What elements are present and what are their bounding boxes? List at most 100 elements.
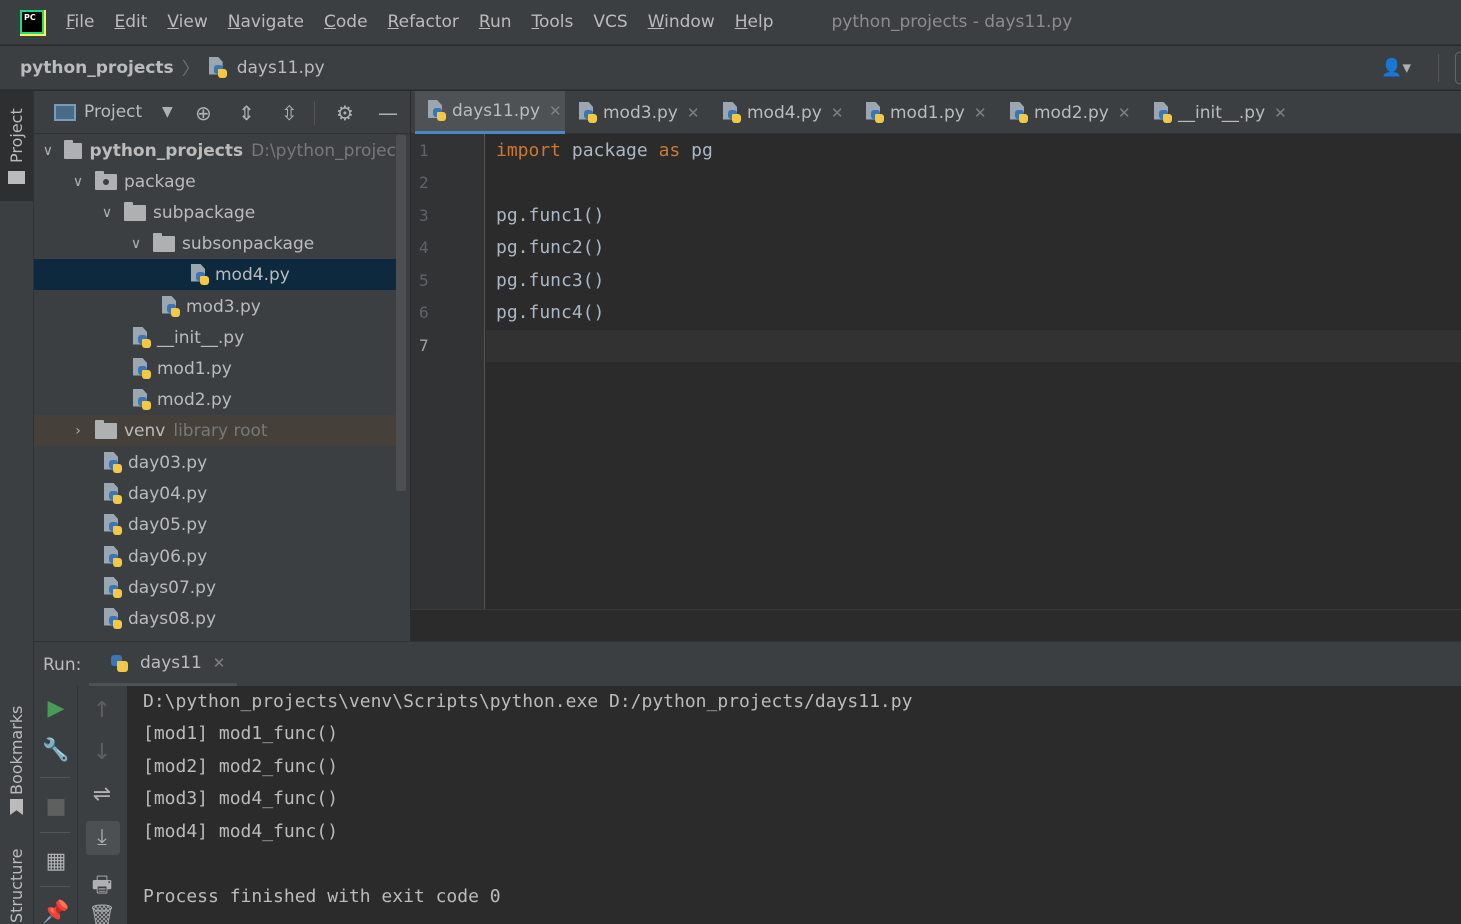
menu-view[interactable]: View	[167, 12, 207, 32]
user-account-icon[interactable]: 👤▾	[1381, 58, 1411, 78]
toolbar-overflow-button[interactable]	[1455, 52, 1461, 84]
menu-run[interactable]: Run	[479, 12, 512, 32]
tree-item-label: __init__.py	[157, 327, 245, 348]
tree-item-day06-py[interactable]: day06.py	[34, 541, 396, 572]
console-line: [mod4] mod4_func()	[143, 821, 339, 842]
tree-item-day03-py[interactable]: day03.py	[34, 447, 396, 478]
menu-code[interactable]: Code	[324, 12, 368, 32]
close-icon[interactable]: ✕	[1118, 104, 1131, 122]
close-icon[interactable]: ✕	[1274, 104, 1287, 122]
menu-file[interactable]: File	[66, 12, 94, 32]
stop-icon[interactable]: ■	[36, 794, 76, 819]
tree-item-subsonpackage[interactable]: ∨ subsonpackage	[34, 228, 396, 259]
print-icon[interactable]: 🖶	[82, 868, 122, 906]
gear-icon[interactable]: ⚙	[336, 101, 354, 125]
tree-item-mod4-py[interactable]: mod4.py	[34, 259, 396, 290]
chevron-down-icon[interactable]: ∨	[129, 236, 143, 252]
tab-mod1-py[interactable]: mod1.py ✕	[853, 91, 993, 134]
chevron-down-icon[interactable]: ∨	[42, 143, 54, 159]
menu-tools[interactable]: Tools	[532, 12, 574, 32]
tree-item-mod2-py[interactable]: mod2.py	[34, 384, 396, 415]
arrow-up-icon[interactable]: ↑	[82, 698, 122, 723]
run-console-output[interactable]: D:\python_projects\venv\Scripts\python.e…	[127, 686, 1461, 924]
pycharm-logo-icon: PC	[20, 10, 46, 36]
tree-item-label: day05.py	[128, 514, 208, 535]
menu-help[interactable]: Help	[735, 12, 774, 32]
trash-icon[interactable]: 🗑	[82, 904, 122, 924]
header-divider	[314, 101, 315, 125]
tab-label: mod2.py	[1034, 102, 1109, 123]
hide-panel-icon[interactable]: —	[378, 101, 398, 125]
window-title: python_projects - days11.py	[831, 12, 1073, 32]
tree-item-days08-py[interactable]: days08.py	[34, 603, 396, 634]
stripe-project-button[interactable]: Project	[0, 91, 33, 201]
soft-wrap-icon[interactable]: ⇌	[82, 782, 122, 807]
tree-item-mod3-py[interactable]: mod3.py	[34, 291, 396, 322]
tab-days11-py[interactable]: days11.py ✕	[415, 91, 565, 134]
tree-item-label: days07.py	[128, 577, 217, 598]
package-folder-icon	[95, 170, 117, 190]
pin-icon[interactable]: 📌	[36, 900, 76, 924]
close-icon[interactable]: ✕	[687, 104, 700, 122]
run-tab-days11[interactable]: days11 ✕	[89, 642, 237, 687]
arrow-down-icon[interactable]: ↓	[82, 740, 122, 765]
collapse-all-icon[interactable]: ⇳	[281, 101, 298, 125]
chevron-down-icon[interactable]: ∨	[71, 174, 85, 190]
rerun-icon[interactable]: ▶	[36, 696, 76, 721]
chevron-down-icon[interactable]: ∨	[100, 205, 114, 221]
run-label: Run:	[43, 655, 82, 675]
project-view-selector[interactable]: Project	[84, 102, 142, 122]
close-icon[interactable]: ✕	[549, 102, 562, 120]
tree-item-day04-py[interactable]: day04.py	[34, 478, 396, 509]
python-file-icon	[103, 576, 123, 599]
stripe-bookmarks-button[interactable]: Bookmarks	[0, 695, 33, 819]
tab-init-py[interactable]: __init__.py ✕	[1141, 91, 1291, 134]
breadcrumb-root[interactable]: python_projects	[20, 58, 174, 78]
scroll-to-end-icon[interactable]: ⤓	[82, 825, 122, 850]
wrench-icon[interactable]: 🔧	[36, 738, 76, 763]
expand-all-icon[interactable]: ⇕	[238, 101, 255, 125]
tab-mod4-py[interactable]: mod4.py ✕	[710, 91, 850, 134]
tree-item-label: mod2.py	[157, 389, 232, 410]
tree-item-subpackage[interactable]: ∨ subpackage	[34, 197, 396, 228]
close-icon[interactable]: ✕	[974, 104, 987, 122]
menu-edit[interactable]: Edit	[114, 12, 147, 32]
folder-icon	[8, 171, 25, 184]
tree-item-label: subpackage	[153, 202, 256, 223]
tab-label: mod3.py	[603, 102, 678, 123]
tree-item-day05-py[interactable]: day05.py	[34, 509, 396, 540]
python-file-icon	[865, 101, 885, 124]
editor-gutter[interactable]: 1 2 3 4 5 6 7	[411, 134, 485, 609]
tab-mod3-py[interactable]: mod3.py ✕	[566, 91, 706, 134]
menu-refactor[interactable]: Refactor	[388, 12, 459, 32]
line-number-current: 7	[419, 336, 429, 355]
stripe-structure-button[interactable]: Structure	[0, 839, 33, 924]
chevron-right-icon[interactable]: ›	[71, 423, 85, 439]
tree-item-label: day04.py	[128, 483, 208, 504]
tree-scrollbar[interactable]	[396, 135, 406, 491]
tree-item-python-projects[interactable]: ∨ python_projects D:\python_projec	[34, 135, 396, 166]
code-line-5: pg.func3()	[496, 270, 605, 291]
tree-item-days07-py[interactable]: days07.py	[34, 572, 396, 603]
close-icon[interactable]: ✕	[831, 104, 844, 122]
python-file-icon	[103, 482, 123, 505]
tree-item-package[interactable]: ∨ package	[34, 166, 396, 197]
menu-vcs[interactable]: VCS	[593, 12, 627, 32]
menu-navigate[interactable]: Navigate	[228, 12, 304, 32]
code-editor[interactable]: import package as pg pg.func1() pg.func2…	[486, 134, 1461, 609]
locate-file-icon[interactable]: ⊕	[195, 101, 212, 125]
tab-mod2-py[interactable]: mod2.py ✕	[997, 91, 1137, 134]
tree-item-init-py[interactable]: __init__.py	[34, 322, 396, 353]
stripe-bookmarks-label: Bookmarks	[7, 705, 26, 795]
python-file-icon	[1009, 101, 1029, 124]
layout-icon[interactable]: ▦	[36, 849, 76, 874]
tree-item-venv[interactable]: › venv library root	[34, 415, 396, 446]
breadcrumb-file[interactable]: days11.py	[237, 58, 325, 78]
tab-label: days11.py	[452, 101, 541, 121]
python-file-icon	[427, 100, 447, 122]
close-icon[interactable]: ✕	[213, 654, 226, 672]
tree-item-mod1-py[interactable]: mod1.py	[34, 353, 396, 384]
menu-window[interactable]: Window	[648, 12, 715, 32]
view-dropdown-icon[interactable]: ▼	[162, 104, 173, 120]
run-toolbar-primary: ▶ 🔧 ■ ▦ 📌	[34, 686, 78, 924]
